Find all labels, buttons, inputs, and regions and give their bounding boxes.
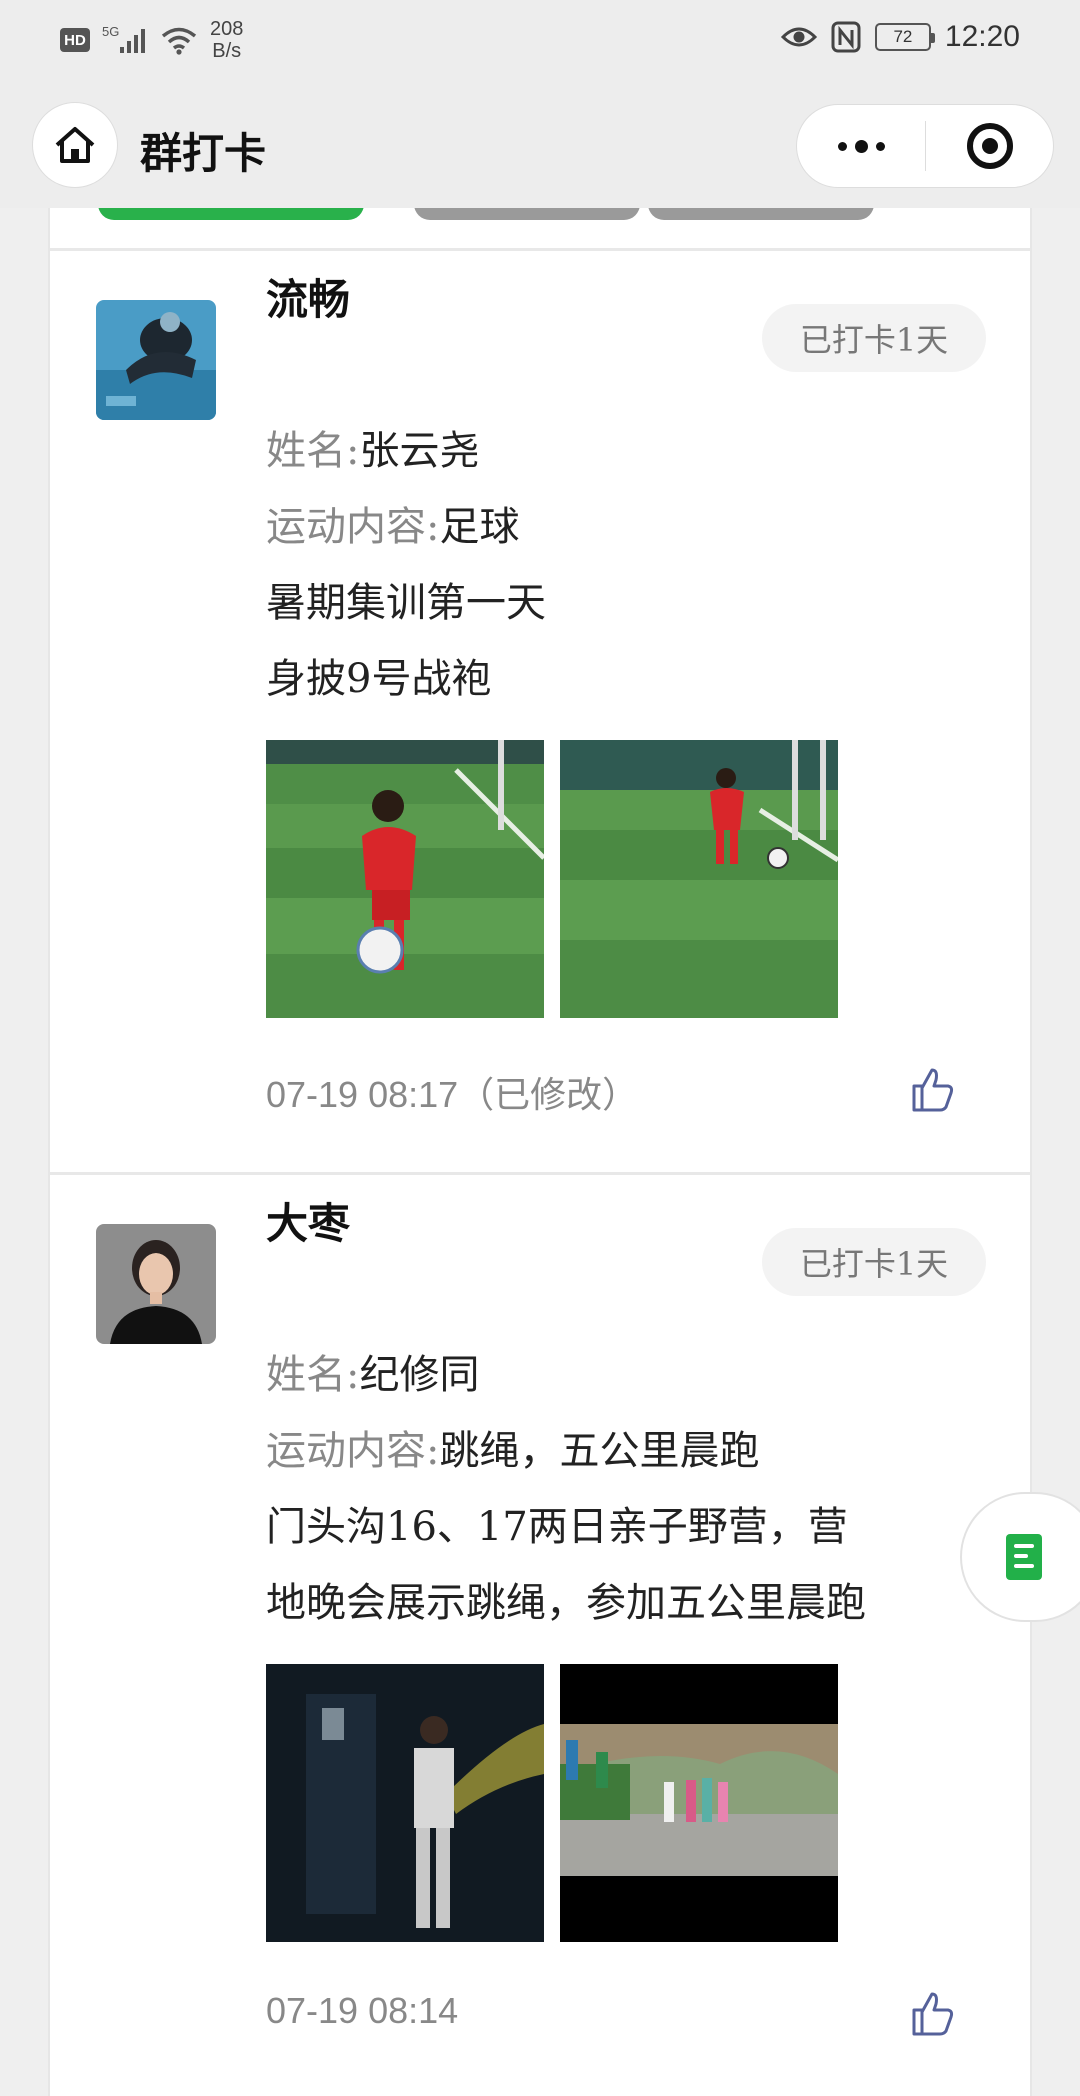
field-label: 运动内容: — [266, 504, 440, 550]
document-icon — [1006, 1534, 1042, 1580]
post-text-line: 门头沟16、17两日亲子野营，营 — [266, 1504, 848, 1550]
avatar[interactable] — [96, 300, 216, 420]
post-author-name: 大枣 — [266, 1199, 351, 1248]
checkin-badge: 已打卡1天 — [762, 304, 986, 372]
home-button[interactable] — [32, 102, 118, 188]
tab-stub[interactable] — [414, 208, 640, 220]
net-speed: 208 B/s — [210, 18, 243, 62]
target-icon — [966, 123, 1013, 169]
field-label: 姓名: — [266, 428, 360, 474]
post-field-sport: 运动内容:足球 — [266, 494, 519, 552]
status-left: HD 5G 208 B/s — [60, 18, 243, 62]
net-speed-unit: B/s — [212, 40, 242, 62]
net-speed-value: 208 — [210, 18, 244, 40]
field-value: 足球 — [439, 504, 520, 550]
wifi-icon — [161, 27, 197, 55]
hd-badge: HD — [60, 28, 90, 52]
home-icon — [55, 127, 95, 163]
post-text-line: 暑期集训第一天 — [266, 580, 546, 626]
clock: 12:20 — [944, 20, 1020, 53]
post-text-line: 地晚会展示跳绳，参加五公里晨跑 — [266, 1580, 866, 1626]
post-field-name: 姓名:张云尧 — [266, 418, 479, 476]
post-photo[interactable] — [266, 740, 544, 1018]
divider — [50, 248, 1030, 251]
svg-text:5G: 5G — [102, 24, 119, 39]
page-title: 群打卡 — [140, 129, 267, 178]
field-label: 运动内容: — [266, 1428, 440, 1474]
checkin-badge: 已打卡1天 — [762, 1228, 986, 1296]
eye-icon — [780, 27, 817, 47]
mini-program-capsule — [796, 104, 1054, 188]
nfc-icon — [831, 21, 861, 53]
thumbs-up-icon[interactable] — [908, 1990, 956, 2038]
post-photo[interactable] — [560, 1664, 838, 1942]
battery-icon: 72 — [874, 23, 935, 51]
field-label: 姓名: — [266, 1352, 360, 1398]
post-photo[interactable] — [266, 1664, 544, 1942]
signal-icon: 5G — [102, 24, 145, 53]
more-button[interactable] — [797, 105, 925, 187]
field-value: 纪修同 — [359, 1352, 480, 1398]
field-value: 张云尧 — [359, 428, 480, 474]
post-text-line: 身披9号战袍 — [266, 656, 492, 702]
checkin-feed: 流畅 已打卡1天 姓名:张云尧 运动内容:足球 暑期集训第一天 身披9号战袍 0… — [48, 208, 1032, 2096]
post-timestamp: 07-19 08:17（已修改） — [266, 1074, 639, 1115]
field-value: 跳绳，五公里晨跑 — [439, 1428, 760, 1474]
close-button[interactable] — [926, 105, 1053, 187]
post-photo[interactable] — [560, 740, 838, 1018]
divider — [50, 1172, 1030, 1175]
tab-active-stub[interactable] — [98, 208, 364, 220]
nav-bar: 群打卡 — [0, 82, 1080, 208]
floating-checkin-button[interactable] — [960, 1492, 1080, 1622]
status-bar: HD 5G 208 B/s 72 12:20 — [0, 0, 1080, 82]
thumbs-up-icon[interactable] — [908, 1066, 956, 1114]
post-timestamp: 07-19 08:14 — [266, 1990, 459, 2031]
post-field-name: 姓名:纪修同 — [266, 1342, 479, 1400]
avatar[interactable] — [96, 1224, 216, 1344]
tab-stub[interactable] — [648, 208, 874, 220]
status-right: 72 12:20 — [780, 20, 1020, 54]
post-author-name: 流畅 — [266, 275, 351, 324]
post-field-sport: 运动内容:跳绳，五公里晨跑 — [266, 1418, 759, 1476]
